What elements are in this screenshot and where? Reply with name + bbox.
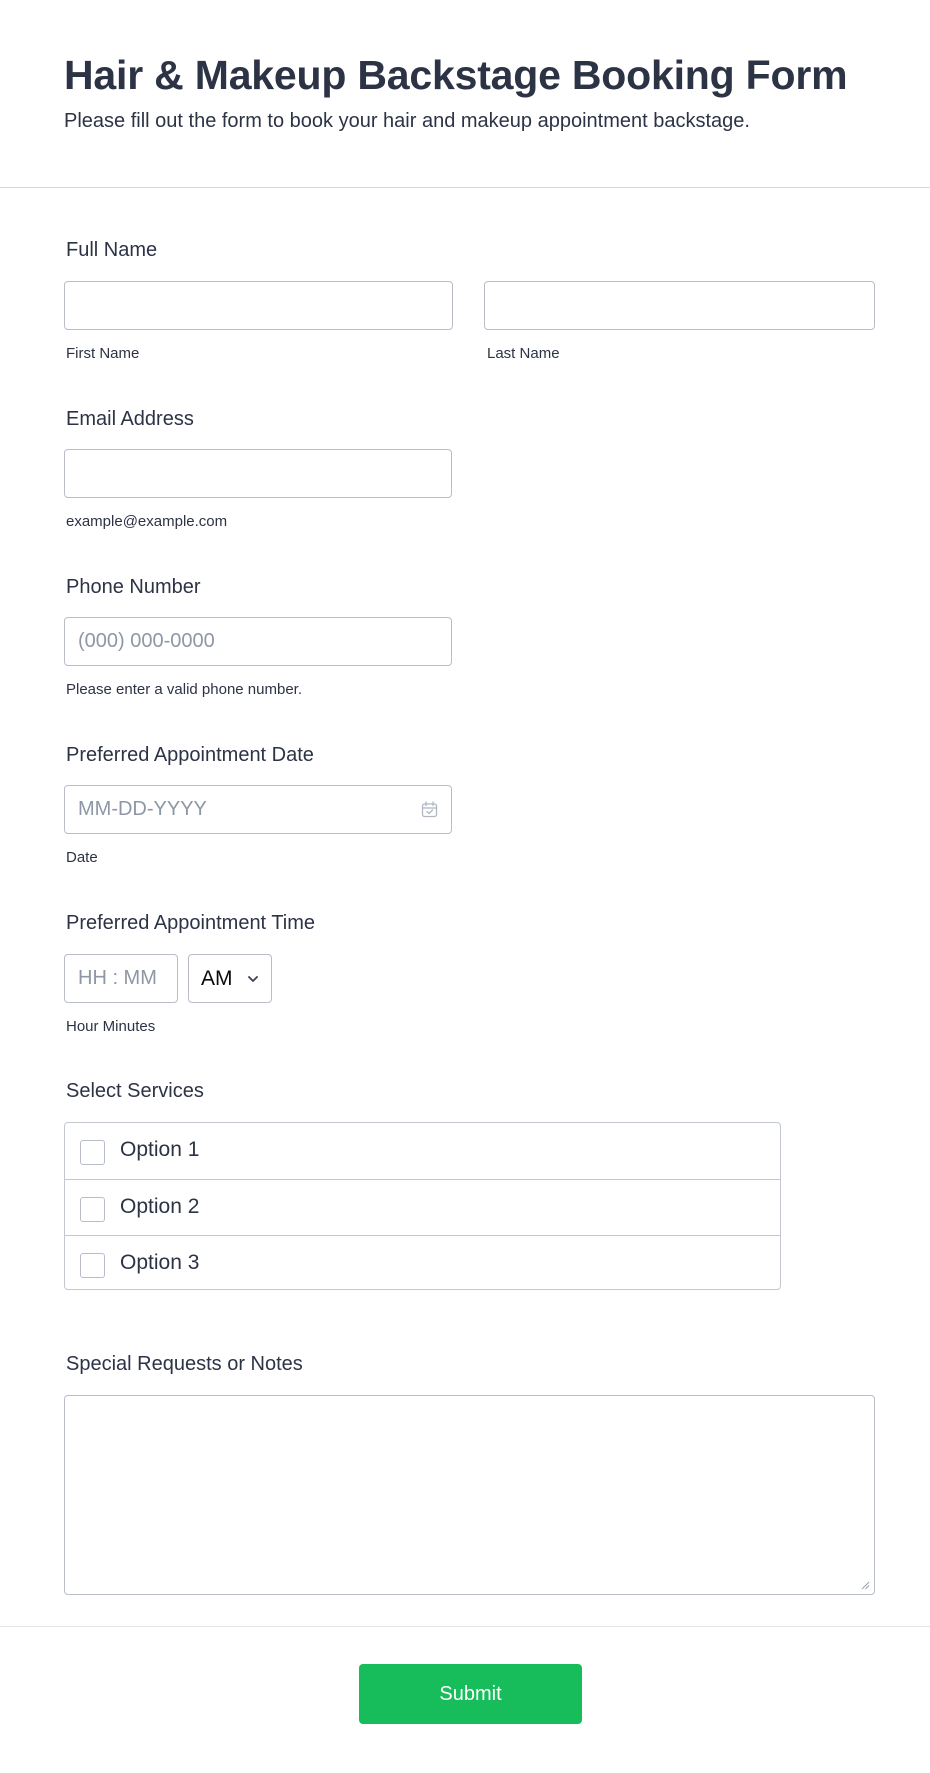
footer-divider — [0, 1626, 930, 1627]
ampm-select[interactable]: AM — [188, 954, 272, 1003]
last-name-input[interactable] — [484, 281, 875, 330]
date-label: Preferred Appointment Date — [66, 744, 314, 766]
ampm-value: AM — [201, 967, 233, 990]
service-option[interactable]: Option 2 — [65, 1179, 780, 1235]
first-name-sublabel: First Name — [66, 345, 140, 362]
services-checklist: Option 1 Option 2 Option 3 — [64, 1122, 781, 1290]
email-input[interactable] — [64, 449, 452, 498]
option-label: Option 3 — [120, 1251, 200, 1274]
chevron-down-icon — [248, 976, 258, 982]
date-input[interactable]: MM-DD-YYYY — [64, 785, 452, 834]
services-label: Select Services — [66, 1080, 204, 1102]
option-label: Option 2 — [120, 1195, 200, 1218]
full-name-label: Full Name — [66, 239, 158, 261]
phone-input[interactable]: (000) 000-0000 — [64, 617, 452, 666]
email-sublabel: example@example.com — [66, 513, 228, 530]
date-placeholder: MM-DD-YYYY — [78, 798, 207, 820]
form-title: Hair & Makeup Backstage Booking Form — [64, 52, 848, 98]
submit-button[interactable]: Submit — [359, 1664, 582, 1724]
time-label: Preferred Appointment Time — [66, 912, 316, 934]
email-label: Email Address — [66, 408, 194, 430]
calendar-icon[interactable] — [421, 801, 438, 818]
date-sublabel: Date — [66, 849, 98, 866]
last-name-sublabel: Last Name — [487, 345, 560, 362]
checkbox[interactable] — [80, 1253, 105, 1278]
service-option[interactable]: Option 3 — [65, 1235, 780, 1291]
resize-grip-icon[interactable] — [860, 1580, 870, 1590]
option-label: Option 1 — [120, 1138, 200, 1161]
form-header: Hair & Makeup Backstage Booking Form Ple… — [0, 0, 930, 188]
notes-textarea[interactable] — [64, 1395, 875, 1595]
notes-label: Special Requests or Notes — [66, 1353, 303, 1375]
time-input[interactable]: HH : MM — [64, 954, 178, 1003]
phone-sublabel: Please enter a valid phone number. — [66, 681, 302, 698]
phone-label: Phone Number — [66, 576, 201, 598]
time-placeholder: HH : MM — [78, 967, 157, 989]
phone-placeholder: (000) 000-0000 — [78, 630, 215, 652]
time-sublabel: Hour Minutes — [66, 1018, 156, 1035]
service-option[interactable]: Option 1 — [65, 1123, 780, 1179]
checkbox[interactable] — [80, 1140, 105, 1165]
checkbox[interactable] — [80, 1197, 105, 1222]
form-subtitle: Please fill out the form to book your ha… — [64, 110, 750, 132]
first-name-input[interactable] — [64, 281, 453, 330]
